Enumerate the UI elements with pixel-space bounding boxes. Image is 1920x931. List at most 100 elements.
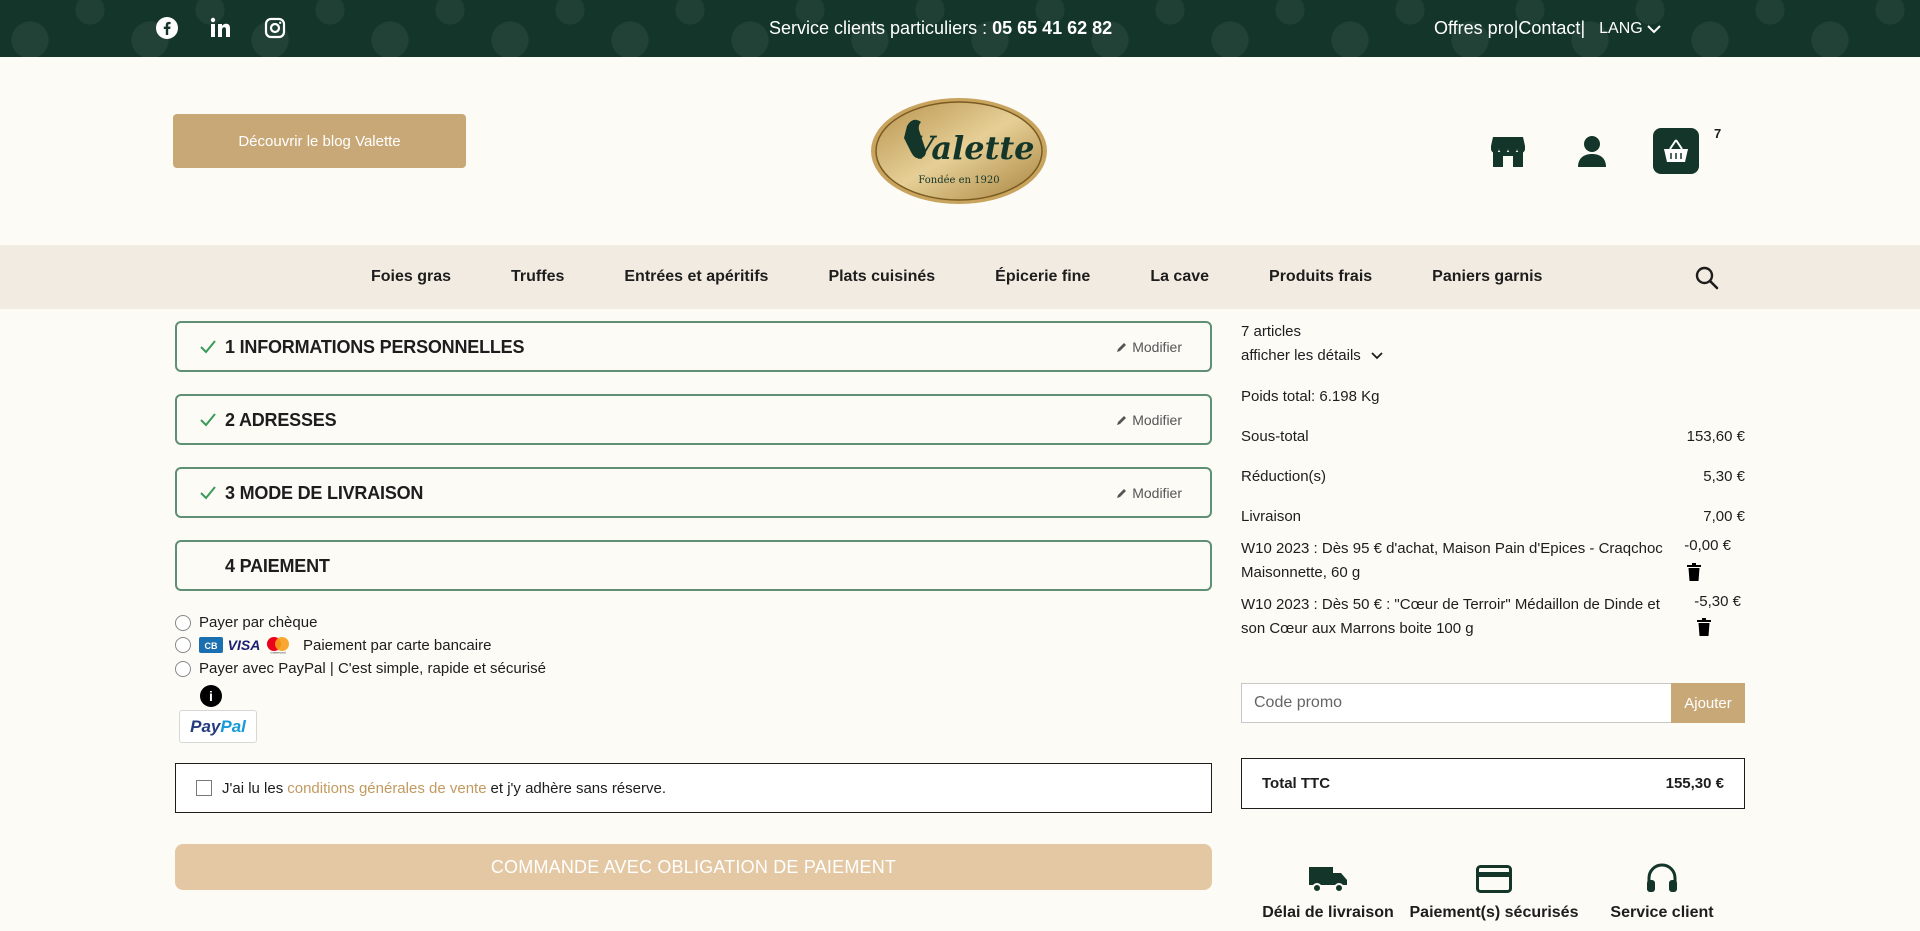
show-details-label: afficher les détails — [1241, 347, 1361, 364]
facebook-icon[interactable] — [153, 14, 181, 42]
terms-checkbox[interactable] — [196, 780, 212, 796]
account-icon[interactable] — [1574, 133, 1610, 169]
step-payment: 4 PAIEMENT — [175, 540, 1212, 591]
nav-item-plats[interactable]: Plats cuisinés — [828, 268, 935, 286]
nav-item-paniers[interactable]: Paniers garnis — [1432, 268, 1542, 286]
terms-link[interactable]: conditions générales de vente — [287, 780, 486, 797]
place-order-button[interactable]: COMMANDE AVEC OBLIGATION DE PAIEMENT — [175, 844, 1212, 890]
radio-button[interactable] — [175, 660, 191, 677]
payment-label: Paiement par carte bancaire — [303, 636, 492, 654]
reassurance-label: Paiement(s) sécurisés — [1409, 904, 1579, 921]
reduction-label: Réduction(s) — [1241, 468, 1327, 485]
pencil-icon — [1117, 343, 1127, 352]
chevron-down-icon — [1371, 351, 1383, 359]
basket-icon — [1664, 139, 1688, 162]
step-title: 2 ADRESSES — [225, 410, 337, 430]
modify-label: Modifier — [1132, 339, 1182, 355]
radio-button[interactable] — [175, 614, 191, 631]
terms-checkbox-row: J'ai lu les conditions générales de vent… — [175, 763, 1212, 813]
svg-text:mastercard: mastercard — [270, 651, 285, 655]
step-title: 4 PAIEMENT — [225, 556, 330, 576]
payment-label: Payer par chèque — [199, 614, 318, 631]
total-weight: Poids total: 6.198 Kg — [1241, 388, 1380, 405]
discount-value: -0,00 € — [1684, 537, 1731, 554]
discount-value: -5,30 € — [1694, 593, 1741, 610]
check-icon — [200, 413, 216, 427]
offres-pro-link[interactable]: Offres pro — [1434, 18, 1514, 39]
social-links — [153, 14, 289, 42]
article-count: 7 articles — [1241, 323, 1302, 340]
nav-item-truffes[interactable]: Truffes — [511, 268, 564, 286]
nav-item-entrees[interactable]: Entrées et apéritifs — [624, 268, 768, 286]
payment-option-paypal[interactable]: Payer avec PayPal | C'est simple, rapide… — [175, 660, 546, 677]
logo-tagline: Fondée en 1920 — [918, 175, 999, 186]
shipping-value: 7,00 € — [1703, 508, 1745, 525]
promo-add-button[interactable]: Ajouter — [1671, 683, 1745, 723]
headset-icon — [1642, 862, 1682, 896]
pencil-icon — [1117, 416, 1127, 425]
modify-label: Modifier — [1132, 485, 1182, 501]
search-icon[interactable] — [1694, 265, 1720, 291]
step-title: 3 MODE DE LIVRAISON — [225, 483, 424, 503]
credit-card-icon — [1474, 862, 1514, 896]
total-box: Total TTC 155,30 € — [1241, 758, 1745, 809]
step-addresses[interactable]: 2 ADRESSES Modifier — [175, 394, 1212, 445]
main-nav: Foies gras Truffes Entrées et apéritifs … — [0, 245, 1920, 309]
paypal-logo-pal: Pal — [220, 716, 246, 736]
modify-link[interactable]: Modifier — [1116, 412, 1182, 428]
promo-code-input[interactable] — [1241, 683, 1671, 723]
svg-text:CB: CB — [205, 641, 218, 651]
payment-option-card[interactable]: CB VISA mastercard Paiement par carte ba… — [175, 636, 491, 654]
payment-label: Payer avec PayPal | C'est simple, rapide… — [199, 660, 546, 677]
radio-button[interactable] — [175, 637, 191, 653]
service-phone: Service clients particuliers : 05 65 41 … — [769, 18, 1112, 39]
promo-code-form: Ajouter — [1241, 683, 1745, 723]
cart-button[interactable] — [1653, 128, 1699, 174]
top-bar: Service clients particuliers : 05 65 41 … — [0, 0, 1920, 57]
info-icon[interactable]: i — [200, 685, 222, 707]
mastercard-icon: mastercard — [267, 637, 289, 655]
step-title: 1 INFORMATIONS PERSONNELLES — [225, 337, 525, 357]
store-icon[interactable] — [1490, 133, 1526, 169]
subtotal-value: 153,60 € — [1686, 428, 1745, 445]
pencil-icon — [1117, 489, 1127, 498]
nav-item-cave[interactable]: La cave — [1150, 268, 1209, 286]
nav-item-epicerie[interactable]: Épicerie fine — [995, 268, 1090, 286]
paypal-logo-pay: Pay — [190, 716, 221, 736]
nav-item-foies-gras[interactable]: Foies gras — [371, 268, 451, 286]
phone-number[interactable]: 05 65 41 62 82 — [992, 18, 1112, 38]
subtotal-label: Sous-total — [1241, 428, 1309, 445]
terms-text-before: J'ai lu les — [222, 779, 284, 797]
trash-icon[interactable] — [1696, 618, 1712, 636]
payment-option-cheque[interactable]: Payer par chèque — [175, 614, 317, 631]
contact-link[interactable]: Contact — [1518, 18, 1580, 39]
step-personal-info[interactable]: 1 INFORMATIONS PERSONNELLES Modifier — [175, 321, 1212, 372]
reduction-value: 5,30 € — [1703, 468, 1745, 485]
chevron-down-icon — [1646, 24, 1661, 33]
valette-logo[interactable]: Valette Fondée en 1920 — [869, 96, 1049, 206]
nav-item-produits-frais[interactable]: Produits frais — [1269, 268, 1372, 286]
card-logos: CB VISA mastercard — [199, 636, 291, 654]
reassurance-label: Service client — [1610, 904, 1714, 921]
shipping-row: Livraison 7,00 € — [1241, 508, 1745, 525]
discount-text: W10 2023 : Dès 95 € d'achat, Maison Pain… — [1241, 540, 1663, 581]
instagram-icon[interactable] — [261, 14, 289, 42]
show-details-toggle[interactable]: afficher les détails — [1241, 347, 1383, 364]
linkedin-icon[interactable] — [207, 14, 235, 42]
lang-selector[interactable]: LANG — [1599, 20, 1661, 38]
modify-link[interactable]: Modifier — [1116, 485, 1182, 501]
shipping-label: Livraison — [1241, 508, 1302, 525]
total-label: Total TTC — [1262, 775, 1331, 792]
modify-link[interactable]: Modifier — [1116, 339, 1182, 355]
step-delivery[interactable]: 3 MODE DE LIVRAISON Modifier — [175, 467, 1212, 518]
svg-text:VISA: VISA — [228, 637, 261, 653]
paypal-logo: Pay Pal — [179, 710, 257, 743]
top-links: Offres pro | Contact | LANG — [1434, 18, 1661, 39]
reassurance-payment: Paiement(s) sécurisés — [1404, 862, 1584, 922]
separator: | — [1580, 18, 1586, 38]
reduction-row: Réduction(s) 5,30 € — [1241, 468, 1745, 485]
discount-text: W10 2023 : Dès 50 € : "Cœur de Terroir" … — [1241, 596, 1660, 637]
trash-icon[interactable] — [1686, 563, 1702, 581]
blog-button[interactable]: Découvrir le blog Valette — [173, 114, 466, 168]
service-label: Service clients particuliers : — [769, 18, 993, 38]
